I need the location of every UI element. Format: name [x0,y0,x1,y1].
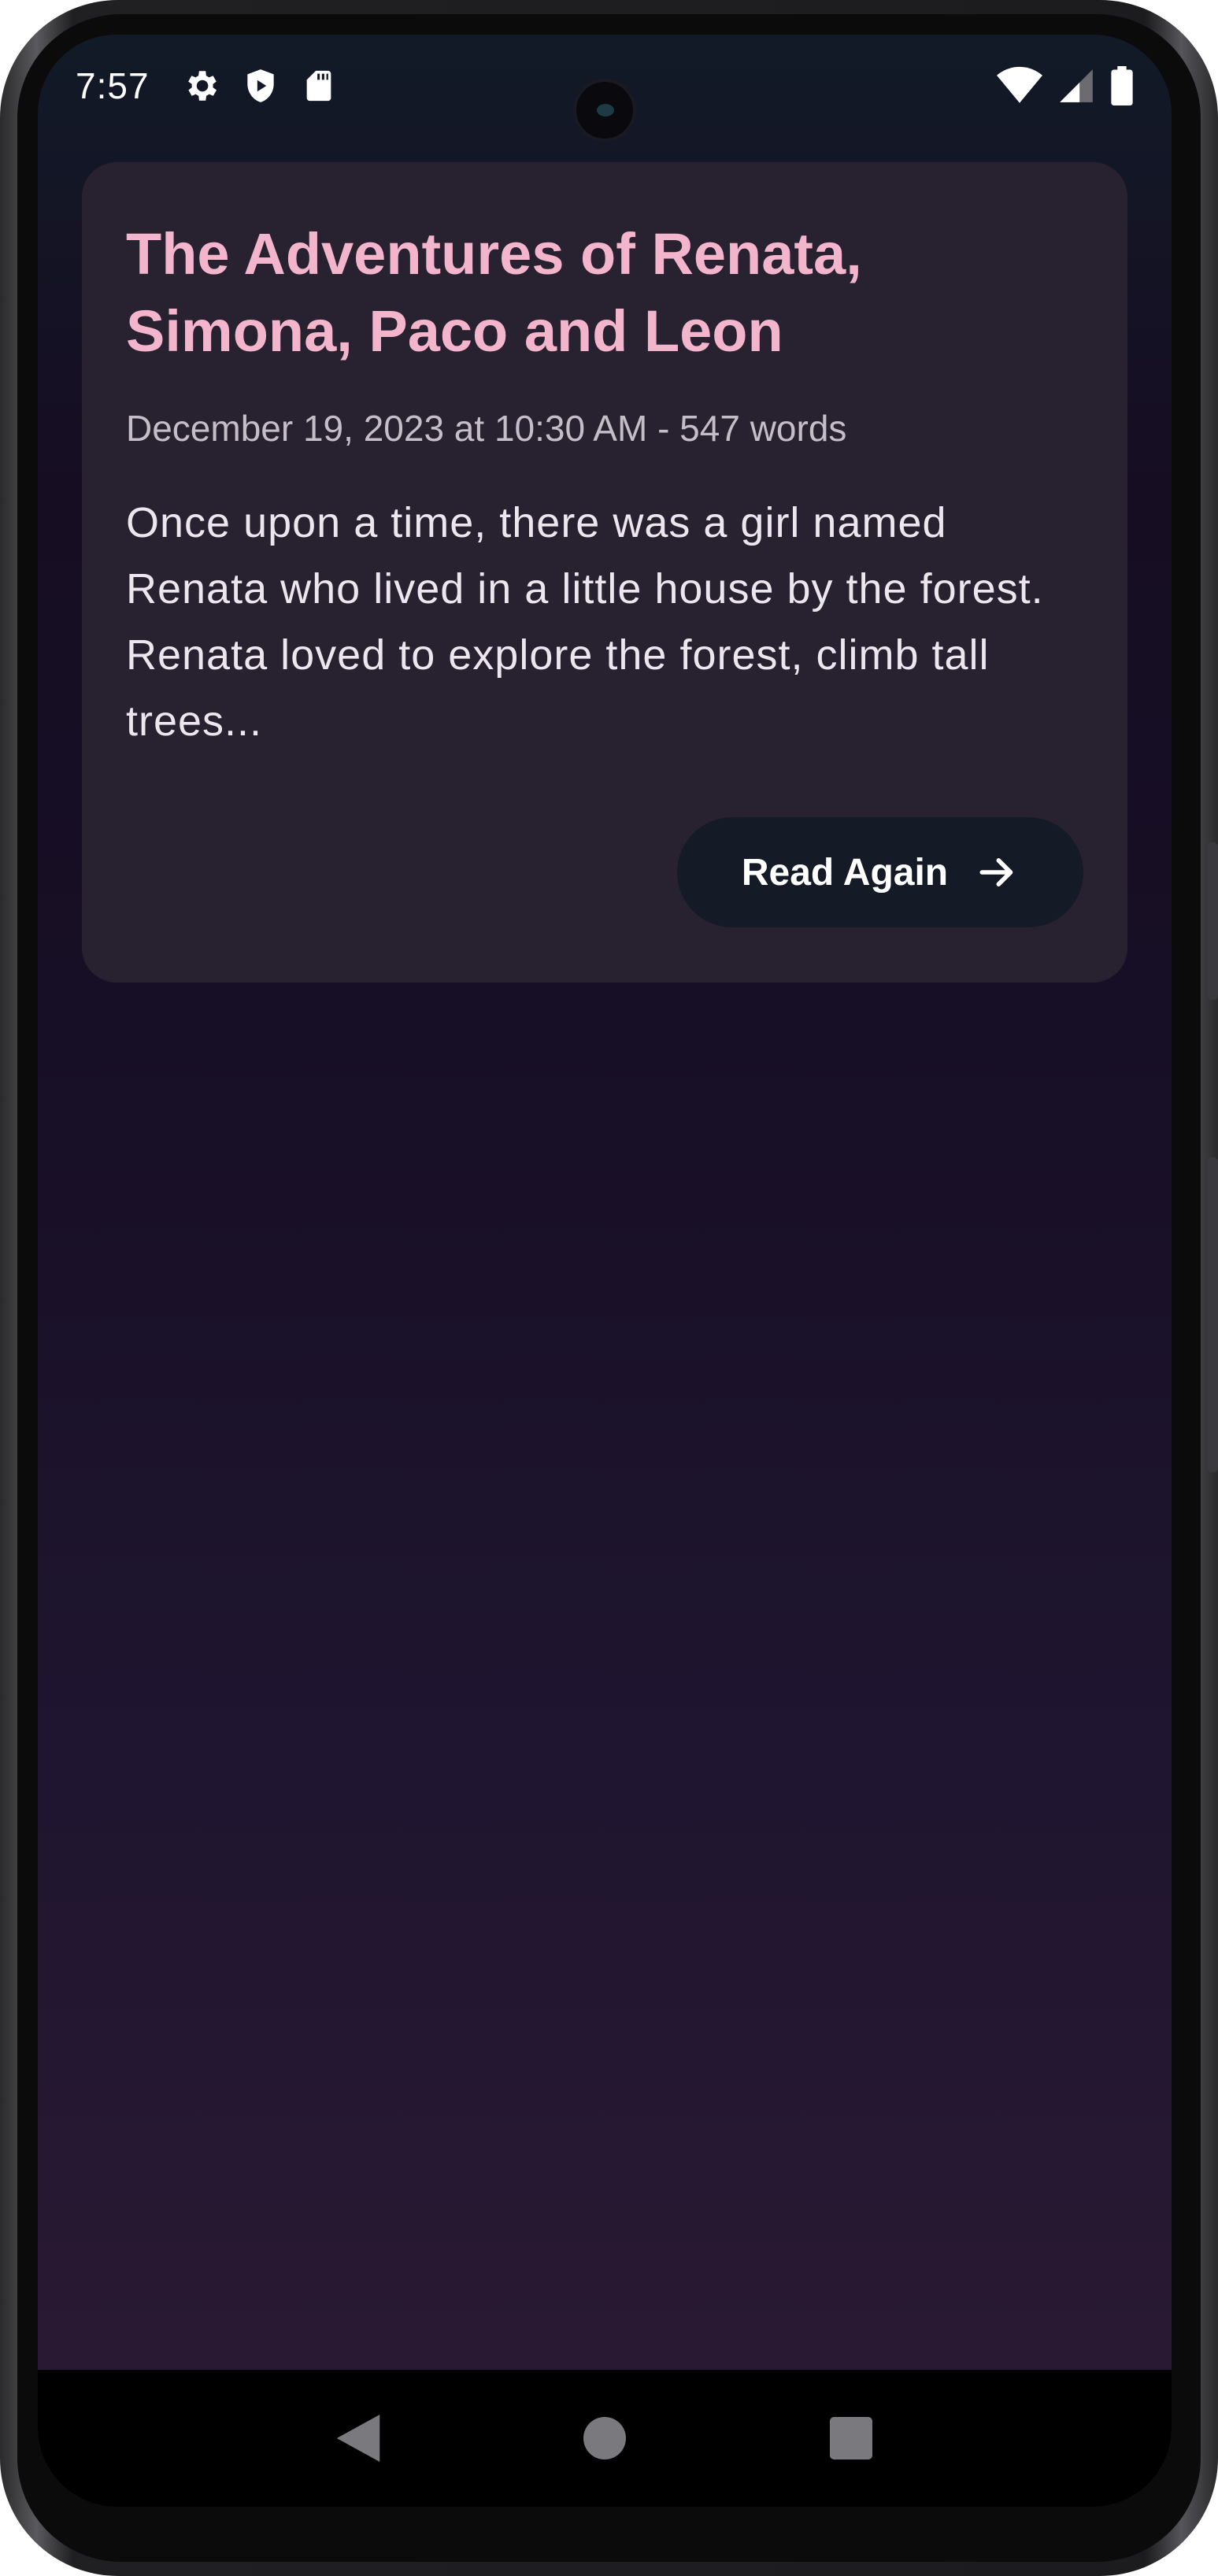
sd-card-icon [306,70,331,102]
gear-icon [187,71,217,101]
nav-back-button[interactable] [323,2403,394,2474]
nav-recents-button[interactable] [816,2403,887,2474]
status-right-icons [997,66,1134,105]
story-card[interactable]: The Adventures of Renata, Simona, Paco a… [82,162,1127,983]
back-triangle-icon [336,2415,379,2462]
status-left-icons [181,66,337,105]
read-again-button[interactable]: Read Again [677,817,1083,927]
story-title: The Adventures of Renata, Simona, Paco a… [126,221,862,364]
screen: 7:57 The Adventures of Renata, Simona, P… [38,35,1172,2507]
wifi-icon [997,66,1042,103]
shield-play-icon [246,69,274,102]
read-again-label: Read Again [741,851,949,894]
navigation-bar [38,2370,1172,2507]
home-circle-icon [583,2417,626,2459]
battery-icon [1111,66,1133,105]
story-excerpt: Once upon a time, there was a girl named… [126,499,1044,745]
recents-square-icon [830,2417,873,2459]
front-camera [573,79,636,142]
side-button-upper [1207,842,1218,1000]
nav-home-button[interactable] [569,2403,640,2474]
arrow-right-icon [979,858,1013,886]
story-meta: December 19, 2023 at 10:30 AM - 547 word… [126,408,847,449]
cellular-signal-icon [1060,69,1093,102]
status-time: 7:57 [76,65,150,106]
side-button-lower [1207,1157,1218,1472]
phone-frame: 7:57 The Adventures of Renata, Simona, P… [0,0,1218,2576]
